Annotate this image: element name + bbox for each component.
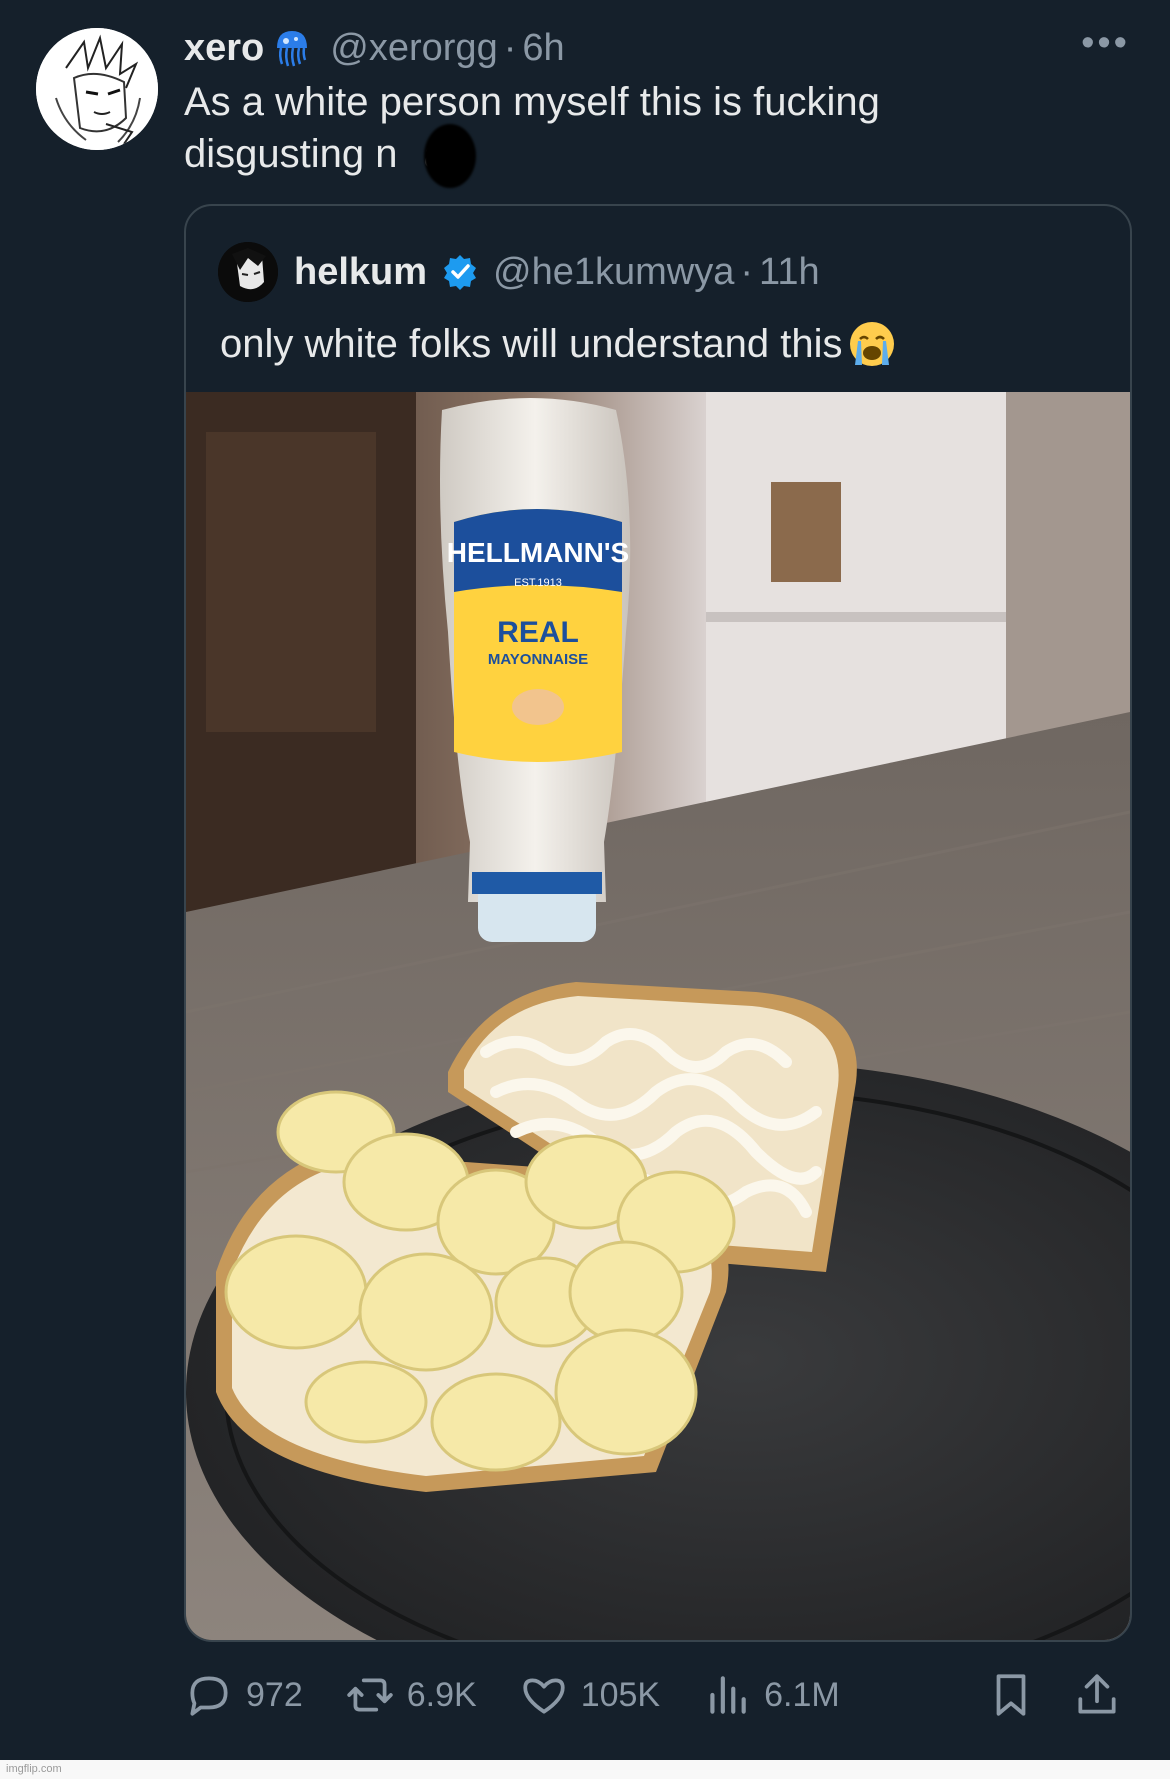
reply-count: 972 [246, 1675, 303, 1714]
like-count: 105K [580, 1675, 661, 1714]
bookmark-icon [996, 1674, 1026, 1716]
repost-button[interactable]: 6.9K [345, 1670, 477, 1720]
bottle-est: EST.1913 [514, 577, 562, 589]
more-options-icon[interactable]: ••• [1081, 22, 1130, 65]
tweet-header: xero @xerorgg · 6h [184, 24, 565, 72]
tweet-timestamp[interactable]: 6h [522, 27, 564, 70]
share-button[interactable] [1072, 1670, 1122, 1720]
quoted-tweet[interactable]: helkum @he1kumwya · 11h only white folks… [184, 204, 1132, 1642]
food-photo[interactable]: HELLMANN'S EST.1913 REAL MAYONNAISE [186, 392, 1130, 1642]
censor-blot [424, 124, 476, 188]
tweet-text: As a white person myself this is fucking… [184, 76, 1084, 180]
avatar[interactable] [36, 28, 158, 150]
reply-icon [190, 1676, 228, 1716]
tweet-text-line1: As a white person myself this is fucking [184, 80, 880, 124]
separator-dot: · [740, 250, 754, 293]
reply-button[interactable]: 972 [184, 1670, 303, 1720]
quoted-author-name[interactable]: helkum [294, 251, 427, 294]
bottle-real: REAL [497, 616, 579, 649]
tweet-actions: 972 6.9K 105K 6.1M [184, 1660, 1132, 1730]
views-button[interactable]: 6.1M [702, 1670, 840, 1720]
quoted-header: helkum @he1kumwya · 11h [294, 248, 820, 296]
tweet-card[interactable]: xero @xerorgg · 6h ••• As a white person… [0, 0, 1170, 1760]
loudly-crying-face-icon [847, 319, 897, 369]
imgflip-watermark: imgflip.com [6, 1763, 62, 1775]
dark-anime-avatar-icon [218, 242, 278, 302]
share-icon [1078, 1674, 1116, 1714]
views-icon [710, 1676, 746, 1714]
anime-avatar-icon [36, 28, 158, 150]
bookmark-button[interactable] [986, 1670, 1036, 1720]
tweet-text-line2a: disgusting n [184, 132, 398, 176]
repost-icon [347, 1678, 393, 1712]
bottle-brand: HELLMANN'S [447, 537, 629, 568]
verified-badge-icon [441, 253, 479, 291]
like-button[interactable]: 105K [519, 1670, 660, 1720]
quoted-text: only white folks will understand this [220, 318, 897, 370]
views-count: 6.1M [764, 1675, 840, 1714]
heart-icon [523, 1678, 565, 1714]
watermark-bar: imgflip.com [0, 1760, 1170, 1779]
bottle-product: MAYONNAISE [488, 651, 588, 668]
quoted-timestamp[interactable]: 11h [759, 251, 820, 294]
quoted-avatar[interactable] [218, 242, 278, 302]
quoted-author-handle[interactable]: @he1kumwya [493, 251, 734, 294]
separator-dot: · [503, 26, 517, 69]
jellyfish-icon[interactable] [274, 28, 310, 68]
author-handle[interactable]: @xerorgg [330, 27, 497, 70]
author-name[interactable]: xero [184, 27, 264, 70]
quoted-text-content: only white folks will understand this [220, 322, 843, 366]
repost-count: 6.9K [406, 1675, 477, 1714]
